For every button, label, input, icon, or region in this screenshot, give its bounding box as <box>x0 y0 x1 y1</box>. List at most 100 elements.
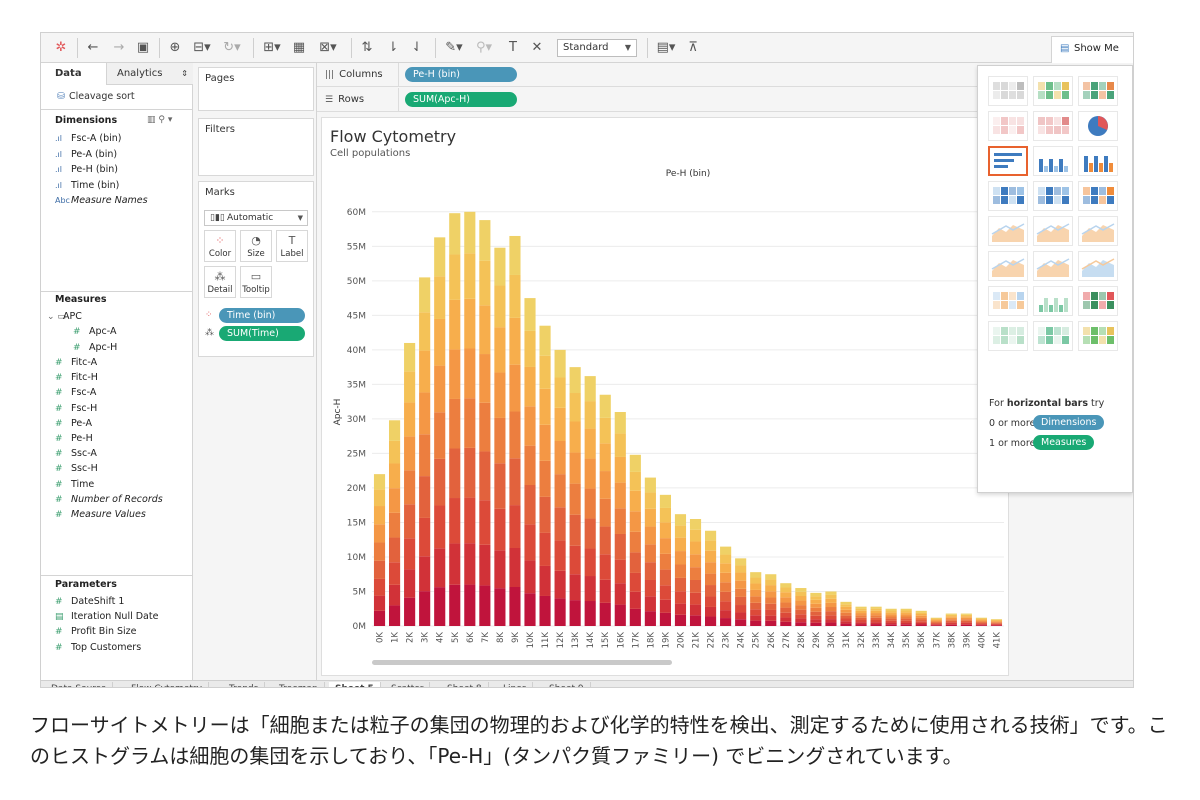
measure-field[interactable]: # Apc-H <box>73 342 117 353</box>
dimension-field[interactable]: .ıl Pe-H (bin) <box>55 164 118 175</box>
dimension-field[interactable]: .ıl Pe-A (bin) <box>55 149 117 160</box>
sheet-tab[interactable]: Sheet 8 <box>441 682 489 687</box>
measure-field[interactable]: # Number of Records <box>55 494 163 505</box>
swap-icon[interactable]: ⇅ <box>359 40 375 56</box>
show-me-line-discrete[interactable] <box>1033 216 1073 246</box>
label-icon[interactable]: T <box>505 40 521 56</box>
tableau-logo-icon[interactable]: ✲ <box>53 40 69 56</box>
time-bin-pill[interactable]: Time (bin) <box>219 308 305 323</box>
bar-segment <box>855 620 867 623</box>
show-me-treemap[interactable] <box>988 181 1028 211</box>
parameter-field[interactable]: # Top Customers <box>55 642 141 653</box>
show-me-side-by-side-bars[interactable] <box>1078 146 1118 176</box>
rows-pill[interactable]: SUM(Apc-H) <box>405 92 517 107</box>
new-worksheet-icon[interactable]: ⊞▾ <box>261 40 283 56</box>
color-button[interactable]: ⁘ Color <box>204 230 236 262</box>
show-me-box-and-whisker[interactable] <box>1078 286 1118 316</box>
save-icon[interactable]: ▣ <box>135 40 151 56</box>
show-me-packed-bubbles[interactable] <box>1078 321 1118 351</box>
x-tick-label: 8K <box>496 632 506 643</box>
measure-field[interactable]: # Fitc-H <box>55 372 98 383</box>
fit-select[interactable]: Standard ▼ <box>557 39 637 57</box>
sheet-tab[interactable]: Scatter <box>385 682 431 687</box>
pause-updates-icon[interactable]: ⊟▾ <box>191 40 213 56</box>
show-me-stacked-bars[interactable] <box>1033 146 1073 176</box>
duplicate-icon[interactable]: ▦ <box>291 40 307 56</box>
show-me-filled-map[interactable] <box>1033 111 1073 141</box>
measure-field[interactable]: # Ssc-H <box>55 463 98 474</box>
measure-field[interactable]: # Pe-H <box>55 433 93 444</box>
sheet-tab[interactable]: Trends <box>223 682 266 687</box>
measure-field[interactable]: # Fitc-A <box>55 357 97 368</box>
show-me-side-by-side-circles[interactable] <box>1078 181 1118 211</box>
new-datasource-icon[interactable]: ⊕ <box>167 40 183 56</box>
presentation-icon[interactable]: ⊼ <box>685 40 701 56</box>
fix-axes-icon[interactable]: ✕ <box>529 40 545 56</box>
tab-analytics[interactable]: Analytics ⇕ <box>107 63 193 85</box>
group-icon[interactable]: ⚲▾ <box>473 40 495 56</box>
show-me-circle-view[interactable] <box>1033 181 1073 211</box>
pages-shelf[interactable]: Pages <box>198 67 314 111</box>
show-me-dual-lines[interactable] <box>1078 216 1118 246</box>
measure-field[interactable]: # Pe-A <box>55 418 92 429</box>
sum-time-pill[interactable]: SUM(Time) <box>219 326 305 341</box>
sheet-tab[interactable]: Sheet 5 <box>329 682 381 687</box>
tooltip-button[interactable]: ▭ Tooltip <box>240 266 272 298</box>
back-icon[interactable]: ← <box>85 40 101 56</box>
measure-field[interactable]: # Fsc-A <box>55 387 96 398</box>
highlight-icon[interactable]: ✎▾ <box>443 40 465 56</box>
dimension-field[interactable]: AbcMeasure Names <box>55 195 148 206</box>
number-icon: # <box>55 627 63 638</box>
mark-type-select[interactable]: ▯▮▯ Automatic ▼ <box>204 210 308 226</box>
sheet-tab[interactable]: Flow Cytometry <box>125 682 209 687</box>
measure-field[interactable]: # Ssc-A <box>55 448 97 459</box>
sort-desc-icon[interactable]: ⇃ <box>409 40 425 56</box>
show-me-horizontal-bars[interactable] <box>988 146 1028 176</box>
measure-folder[interactable]: ⌄ ▭APC <box>47 311 82 322</box>
measure-field[interactable]: # Time <box>55 479 94 490</box>
sort-asc-icon[interactable]: ⇂ <box>385 40 401 56</box>
show-me-histogram[interactable] <box>1033 286 1073 316</box>
show-me-button[interactable]: ▤ Show Me <box>1051 36 1133 63</box>
show-me-dual-combination[interactable] <box>1078 251 1118 281</box>
show-me-heat-map[interactable] <box>1033 76 1073 106</box>
clear-icon[interactable]: ⊠▾ <box>317 40 339 56</box>
bar-segment <box>373 578 386 596</box>
bar-segment <box>750 577 762 584</box>
sheet-tab[interactable]: Data Source <box>45 682 114 687</box>
sheet-tab[interactable]: Lines <box>497 682 534 687</box>
detail-button[interactable]: ⁂ Detail <box>204 266 236 298</box>
show-cards-icon[interactable]: ▤▾ <box>655 40 677 56</box>
columns-pill[interactable]: Pe-H (bin) <box>405 67 517 82</box>
show-me-bullet-graph[interactable] <box>1033 321 1073 351</box>
parameter-field[interactable]: # DateShift 1 <box>55 596 124 607</box>
show-me-scatter-plot[interactable] <box>988 286 1028 316</box>
show-me-highlight-table[interactable] <box>1078 76 1118 106</box>
sheet-tab[interactable]: Sheet 9 <box>543 682 591 687</box>
dimension-field[interactable]: .ıl Time (bin) <box>55 180 119 191</box>
show-me-pie-chart[interactable] <box>1078 111 1118 141</box>
label-button[interactable]: T Label <box>276 230 308 262</box>
parameters-title: Parameters <box>55 579 117 590</box>
dimension-tools-icon[interactable]: ▥ ⚲ ▾ <box>147 115 172 125</box>
bar-segment <box>735 572 747 581</box>
forward-icon[interactable]: → <box>111 40 127 56</box>
size-button[interactable]: ◔ Size <box>240 230 272 262</box>
parameter-field[interactable]: ▤ Iteration Null Date <box>55 611 158 622</box>
filters-shelf[interactable]: Filters <box>198 118 314 176</box>
show-me-text-table[interactable] <box>988 76 1028 106</box>
refresh-icon[interactable]: ↻▾ <box>221 40 243 56</box>
dimension-field[interactable]: .ıl Fsc-A (bin) <box>55 133 121 144</box>
datasource-item[interactable]: ⛁ Cleavage sort <box>57 91 135 102</box>
sheet-tab[interactable]: Treemap <box>273 682 325 687</box>
measure-field[interactable]: # Fsc-H <box>55 403 97 414</box>
show-me-area-discrete[interactable] <box>1033 251 1073 281</box>
tab-data[interactable]: Data <box>41 63 107 85</box>
show-me-gantt-chart[interactable] <box>988 321 1028 351</box>
parameter-field[interactable]: # Profit Bin Size <box>55 626 137 637</box>
measure-field[interactable]: # Apc-A <box>73 326 116 337</box>
measure-field[interactable]: # Measure Values <box>55 509 146 520</box>
show-me-line-continuous[interactable] <box>988 216 1028 246</box>
show-me-symbol-map[interactable] <box>988 111 1028 141</box>
show-me-area-continuous[interactable] <box>988 251 1028 281</box>
